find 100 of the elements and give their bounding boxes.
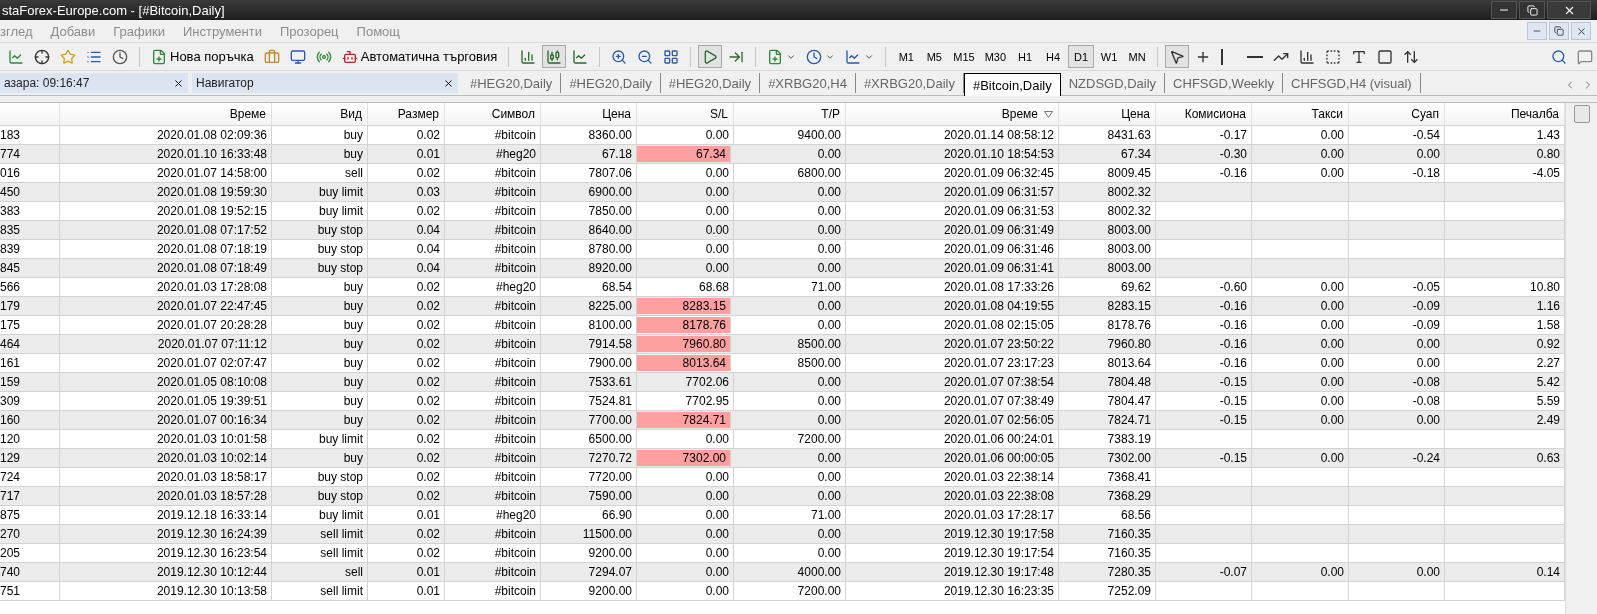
table-cell: buy stop [272,487,368,505]
autoscroll-button[interactable] [698,45,723,68]
table-cell: buy [272,449,368,467]
table-cell: 2020.01.03 18:57:28 [60,487,272,505]
chart-tab[interactable]: NZDSGD,Daily [1060,73,1166,93]
table-cell: #bitcoin [445,430,541,448]
chart-tab[interactable]: CHFSGD,Weekly [1165,73,1283,93]
clock-icon [806,48,823,65]
timeframe-button[interactable]: M5 [921,45,948,68]
chart-tab[interactable]: #HEG20,Daily [462,73,562,93]
new-order-button[interactable]: Нова поръчка [147,45,258,68]
minimize-button[interactable] [1491,1,1517,19]
table-cell: -0.15 [1156,449,1252,467]
column-header[interactable]: S/L [637,103,734,125]
table-cell: #bitcoin [445,316,541,334]
table-cell: 0.00 [637,525,734,543]
timeframe-button[interactable]: H4 [1040,45,1067,68]
table-cell: #bitcoin [445,259,541,277]
arrows-icon [1403,48,1420,65]
table-cell: 2019.12.18 16:33:14 [60,506,272,524]
table-cell: 0.00 [1252,316,1349,334]
timeframe-button[interactable]: MN [1124,45,1151,68]
column-header[interactable]: Комисиона [1156,103,1252,125]
candlestick-button[interactable] [542,45,567,68]
table-cell: 2020.01.07 07:38:49 [846,392,1059,410]
scrollbar[interactable] [1565,103,1597,614]
table-cell: 0.00 [637,430,734,448]
timeframe-button[interactable]: M30 [980,45,1011,68]
table-cell: 11500.00 [541,525,637,543]
close-button[interactable] [173,77,184,89]
table-cell: 0.01 [368,582,445,600]
table-cell: 0.00 [637,202,734,220]
table-cell: -0.09 [1349,297,1445,315]
column-header[interactable]: Такси [1252,103,1349,125]
chart-tab[interactable]: #XRBG20,H4 [760,73,856,93]
table-cell: 0.00 [1349,354,1445,372]
table-cell: 0.00 [637,221,734,239]
table-cell: 7383.19 [1059,430,1156,448]
table-cell: buy [272,126,368,144]
table-cell: sell [272,164,368,182]
restore-button[interactable] [1549,22,1569,40]
column-header[interactable]: Вид [272,103,368,125]
table-cell: 2020.01.03 22:38:14 [846,468,1059,486]
search-icon [1551,48,1567,65]
timeframe-button[interactable]: M1 [893,45,920,68]
chart-tab[interactable]: #Bitcoin,Daily [963,73,1061,96]
table-cell: 2019.12.30 16:23:35 [846,582,1059,600]
column-header[interactable]: Време [60,103,272,125]
table-cell: 9200.00 [541,582,637,600]
table-cell: buy [272,392,368,410]
restore-button[interactable] [1519,1,1545,19]
table-cell: 2019.12.30 19:17:48 [846,563,1059,581]
restore-icon [1554,26,1564,36]
table-cell: 8002.32 [1059,183,1156,201]
table-cell: buy limit [272,506,368,524]
table-cell: 2020.01.06 00:00:05 [846,449,1059,467]
column-header[interactable]: Цена [541,103,637,125]
column-header[interactable]: Време [846,103,1059,125]
table-cell: 8178.76 [637,317,731,333]
table-cell: 8780.00 [541,240,637,258]
column-header[interactable]: T/P [734,103,846,125]
auto-trading-button[interactable]: Автоматична търговия [337,45,502,68]
drawing-tool-button[interactable] [1165,45,1190,68]
close-button[interactable] [1571,22,1591,40]
star-icon [60,48,76,65]
chart-tab[interactable]: #HEG20,Daily [561,73,661,93]
column-header[interactable]: Размер [368,103,445,125]
table-cell: 845 [0,259,60,277]
chart-tab[interactable]: #HEG20,Daily [660,73,761,93]
timeframe-button[interactable]: M15 [949,45,979,68]
table-cell: 0.00 [1349,563,1445,581]
chart-tab[interactable]: #XRBG20,Daily [855,73,964,93]
table-cell: 161 [0,354,60,372]
column-header[interactable]: Символ [445,103,541,125]
timeframe-button[interactable]: W1 [1096,45,1123,68]
table-cell: 0.00 [1252,411,1349,429]
chart-tab[interactable]: CHFSGD,H4 (visual) [1283,73,1421,93]
table-cell: 7160.35 [1059,544,1156,562]
timeframe-button[interactable]: H1 [1012,45,1039,68]
table-cell: 7252.09 [1059,582,1156,600]
table-cell: 0.00 [1252,145,1349,163]
table-cell: 67.34 [637,146,731,162]
column-header[interactable]: Цена [1059,103,1156,125]
table-cell: 2020.01.07 02:07:47 [60,354,272,372]
table-cell: 0.00 [637,468,734,486]
table-cell: -0.60 [1156,278,1252,296]
table-cell: 2020.01.10 16:33:48 [60,145,272,163]
table-cell: 2020.01.05 08:10:08 [60,373,272,391]
table-cell: 8283.15 [637,298,731,314]
clock-icon [112,48,128,65]
table-cell: buy stop [272,259,368,277]
timeframe-button[interactable]: D1 [1068,45,1095,68]
table-cell: 7824.71 [1059,411,1156,429]
table-cell: 2020.01.09 06:32:45 [846,164,1059,182]
close-button[interactable] [443,77,454,89]
table-cell: 7524.81 [541,392,637,410]
table-cell: 0.02 [368,544,445,562]
table-cell: 6900.00 [541,183,637,201]
column-header[interactable]: Суап [1349,103,1445,125]
table-cell: -0.08 [1349,373,1445,391]
